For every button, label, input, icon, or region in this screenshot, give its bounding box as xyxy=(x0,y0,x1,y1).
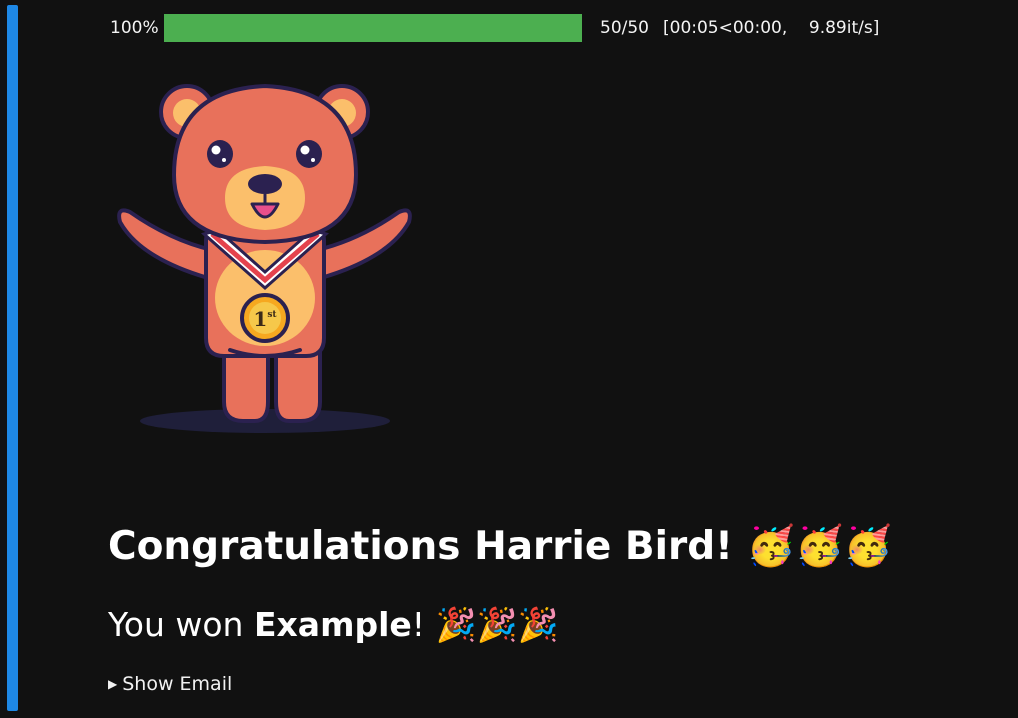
prize-name: Example xyxy=(253,605,412,644)
bear-right-eye xyxy=(296,140,322,168)
progress-timing: [00:05<00:00, 9.89it/s] xyxy=(663,18,880,38)
bear-nose xyxy=(248,174,282,194)
show-email-label: Show Email xyxy=(122,673,233,695)
cell-selection-indicator[interactable] xyxy=(7,5,18,711)
show-email-toggle[interactable]: ▶ Show Email xyxy=(108,672,232,696)
progress-bar xyxy=(164,14,582,42)
output-cell: 100% 50/50 [00:05<00:00, 9.89it/s] 1st C… xyxy=(0,0,1018,718)
progress-bar-row: 100% 50/50 [00:05<00:00, 9.89it/s] xyxy=(110,14,910,42)
progress-percent: 100% xyxy=(110,18,159,38)
bear-medal-image: 1st xyxy=(117,83,412,433)
progress-bar-fill xyxy=(164,14,582,42)
prize-suffix: ! 🎉🎉🎉 xyxy=(411,605,559,644)
bear-left-eye xyxy=(207,140,233,168)
progress-count: 50/50 xyxy=(600,18,649,38)
congratulations-heading: Congratulations Harrie Bird! 🥳🥳🥳 xyxy=(108,524,893,569)
disclosure-triangle-icon: ▶ xyxy=(108,677,118,691)
prize-prefix: You won xyxy=(108,605,254,644)
prize-message: You won Example! 🎉🎉🎉 xyxy=(108,602,559,648)
